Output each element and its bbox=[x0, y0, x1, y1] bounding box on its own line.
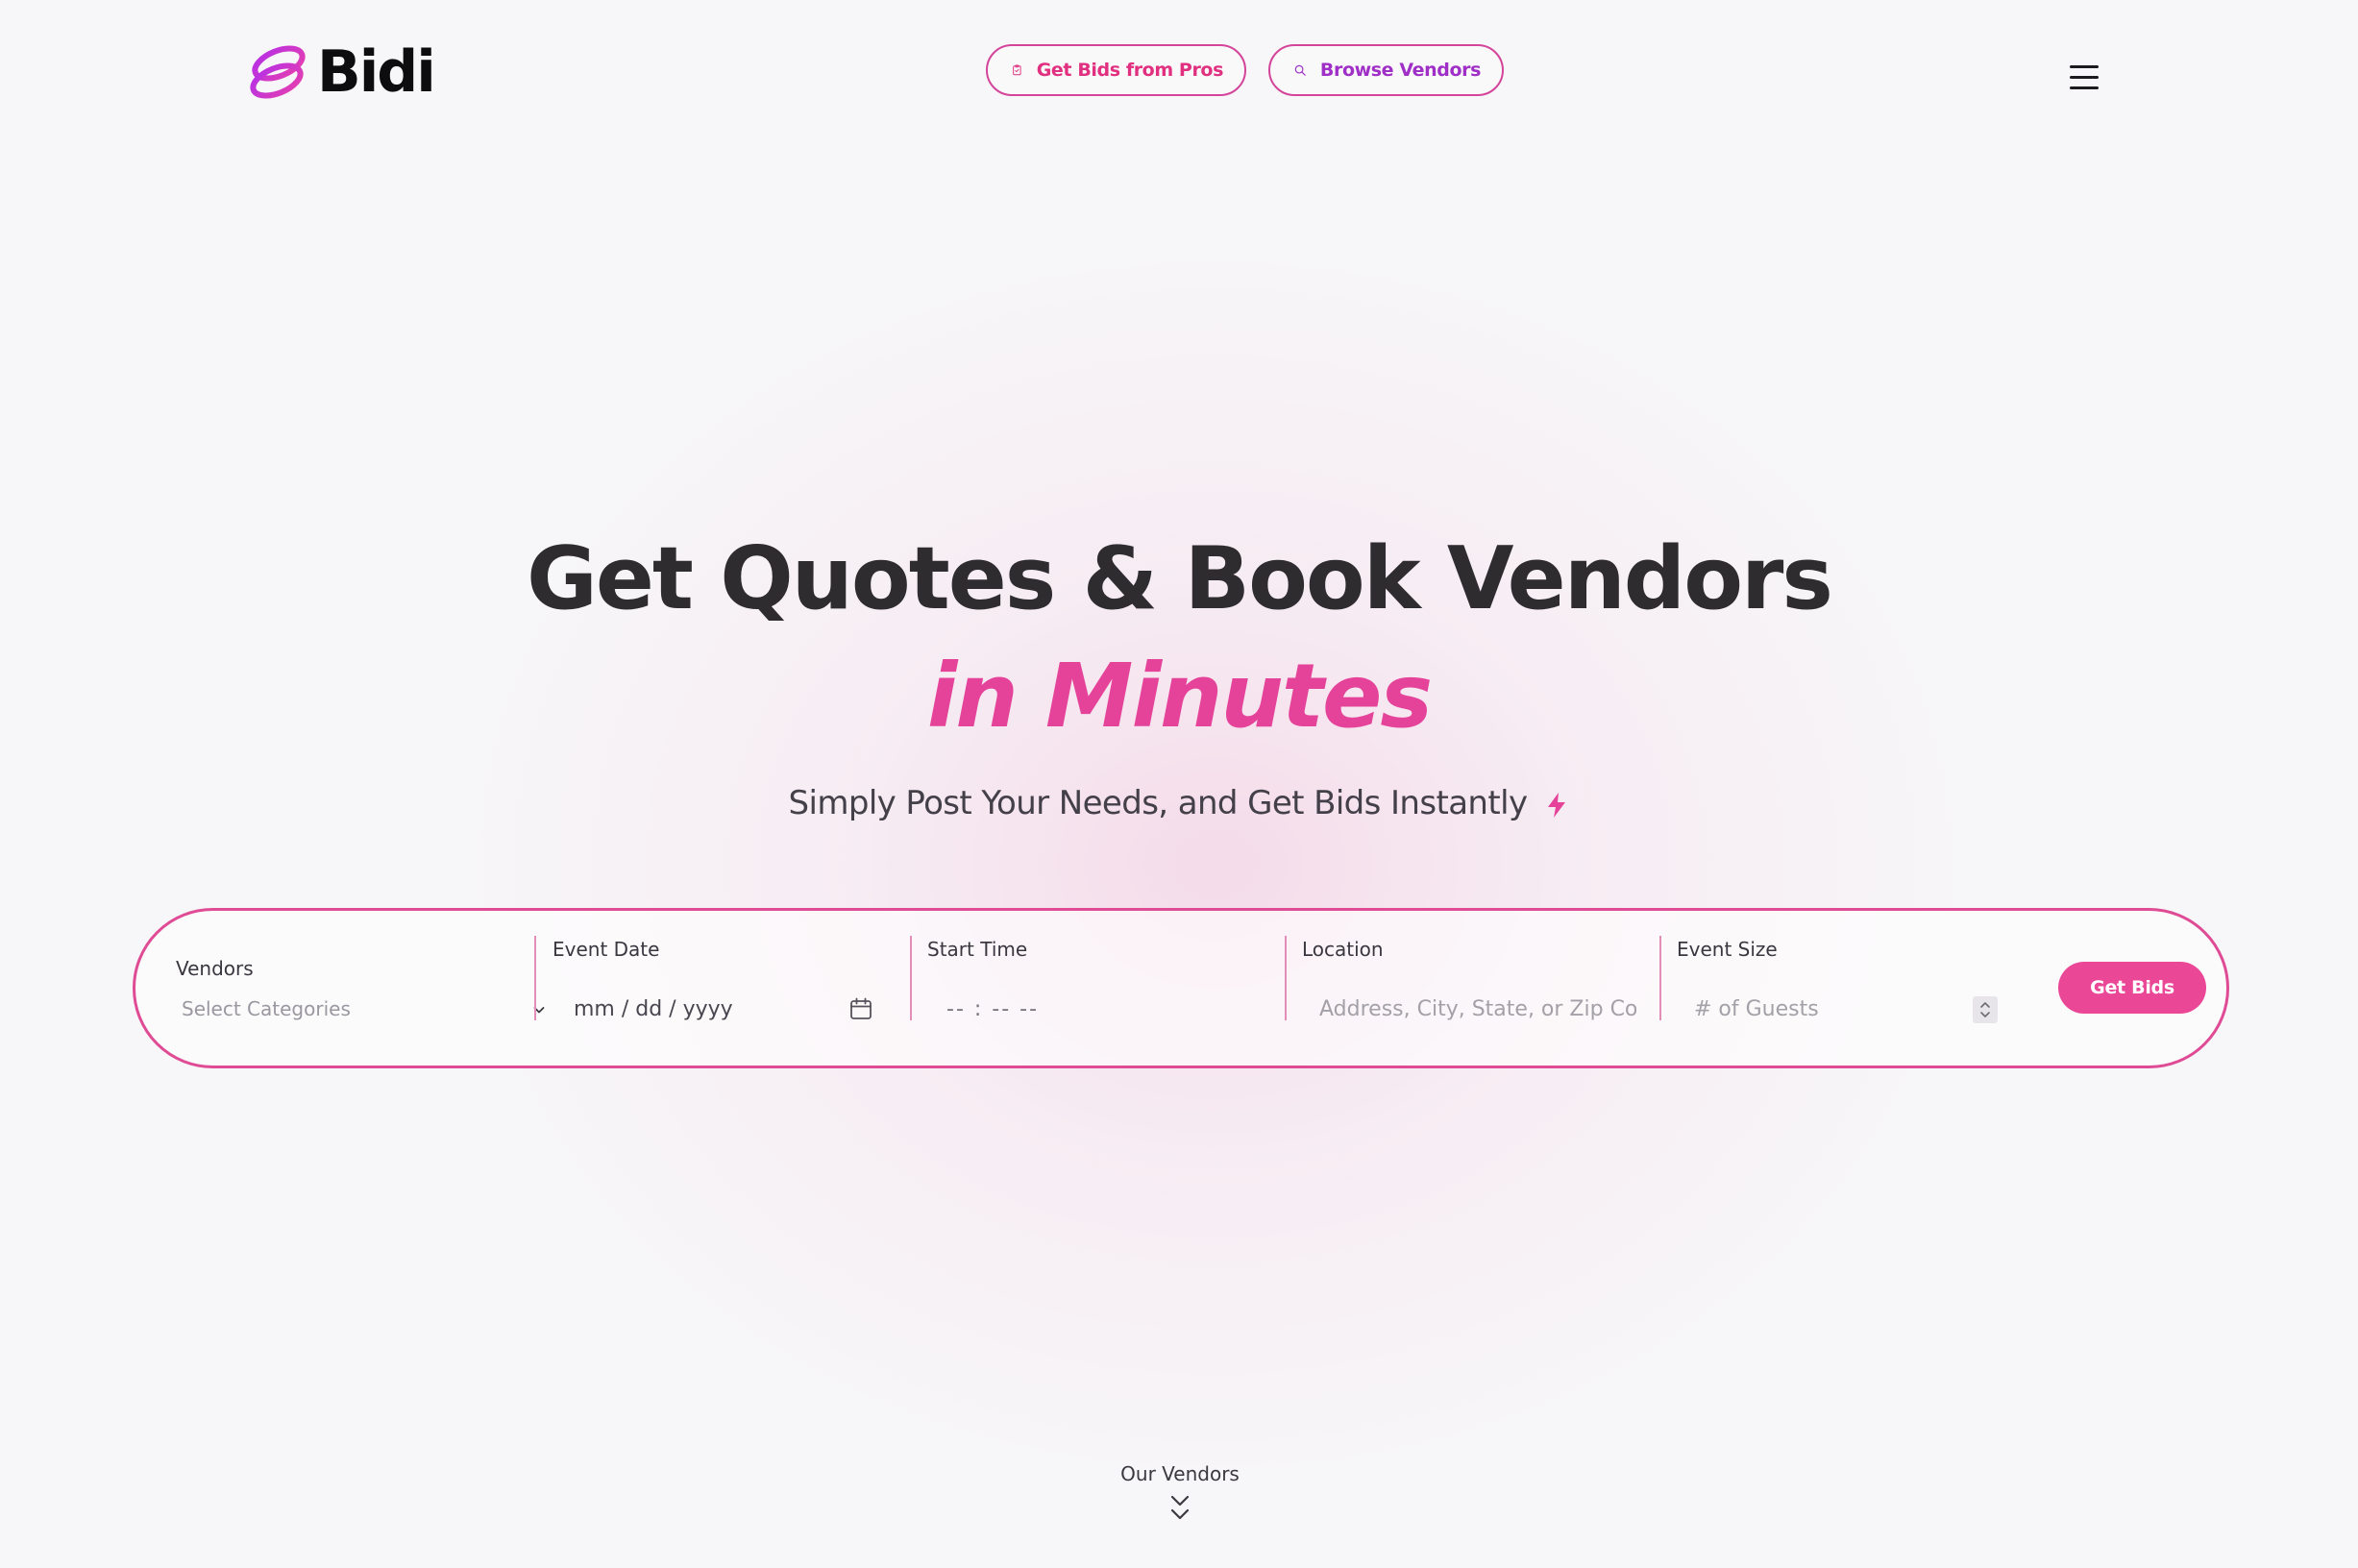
logo-text: Bidi bbox=[317, 38, 436, 106]
hero-title-accent: in Minutes bbox=[926, 645, 1433, 747]
event-search-form: Vendors Select Categories Event Date mm … bbox=[133, 908, 2229, 1068]
field-divider bbox=[534, 936, 536, 1020]
our-vendors-link[interactable]: Our Vendors bbox=[1086, 1462, 1274, 1526]
field-divider bbox=[1285, 936, 1287, 1020]
start-time-label: Start Time bbox=[927, 938, 1028, 961]
location-field[interactable]: Location Address, City, State, or Zip Co… bbox=[1302, 911, 1671, 1066]
start-time-input[interactable]: -- : -- -- bbox=[946, 997, 1039, 1021]
vendors-select-value[interactable]: Select Categories bbox=[182, 997, 351, 1020]
double-chevron-down-icon bbox=[1170, 1495, 1190, 1520]
event-size-field[interactable]: Event Size # of Guests bbox=[1677, 911, 2046, 1066]
bidi-logo[interactable]: Bidi bbox=[248, 38, 436, 106]
event-size-label: Event Size bbox=[1677, 938, 1778, 961]
event-date-field[interactable]: Event Date mm / dd / yyyy bbox=[553, 911, 921, 1066]
clipboard-icon bbox=[1013, 64, 1021, 76]
get-bids-button[interactable]: Get Bids bbox=[2058, 962, 2206, 1014]
start-time-field[interactable]: Start Time -- : -- -- bbox=[927, 911, 1296, 1066]
calendar-icon[interactable] bbox=[848, 996, 873, 1021]
hero-subtitle: Simply Post Your Needs, and Get Bids Ins… bbox=[0, 784, 2358, 822]
vendors-select[interactable]: Vendors Select Categories bbox=[176, 911, 549, 1066]
event-date-input[interactable]: mm / dd / yyyy bbox=[574, 997, 733, 1021]
number-stepper-icon[interactable] bbox=[1973, 996, 1998, 1023]
bidi-logo-icon bbox=[250, 45, 306, 99]
lightning-bolt-icon bbox=[1548, 793, 1566, 818]
vendors-label: Vendors bbox=[176, 957, 254, 980]
event-date-label: Event Date bbox=[553, 938, 660, 961]
hero-subtitle-text: Simply Post Your Needs, and Get Bids Ins… bbox=[788, 784, 1529, 822]
field-divider bbox=[1659, 936, 1661, 1020]
event-size-input[interactable]: # of Guests bbox=[1694, 997, 1819, 1021]
hamburger-menu-icon[interactable] bbox=[2070, 65, 2100, 90]
get-bids-from-pros-label: Get Bids from Pros bbox=[1036, 60, 1224, 81]
get-bids-from-pros-button[interactable]: Get Bids from Pros bbox=[986, 44, 1246, 96]
search-icon bbox=[1294, 64, 1306, 76]
our-vendors-label: Our Vendors bbox=[1120, 1462, 1240, 1485]
hero-title: Get Quotes & Book Vendors bbox=[527, 528, 1833, 629]
field-divider bbox=[910, 936, 912, 1020]
location-input[interactable]: Address, City, State, or Zip Code bbox=[1319, 997, 1636, 1021]
browse-vendors-button[interactable]: Browse Vendors bbox=[1268, 44, 1504, 96]
browse-vendors-label: Browse Vendors bbox=[1319, 60, 1481, 81]
location-label: Location bbox=[1302, 938, 1384, 961]
